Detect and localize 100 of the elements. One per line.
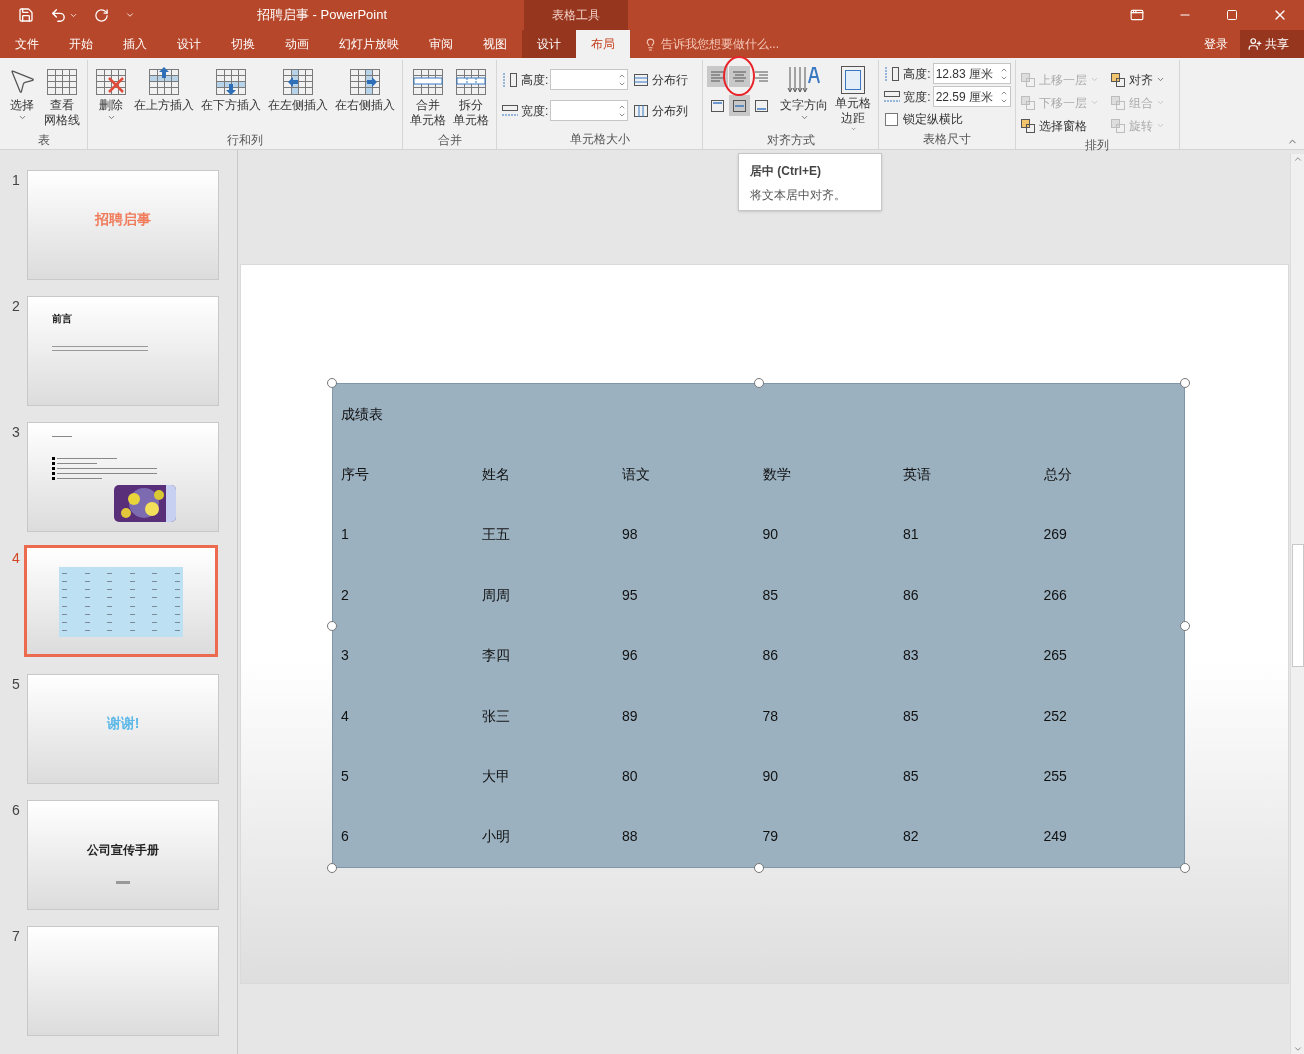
spin-field[interactable]: 12.83 厘米 bbox=[932, 63, 1011, 84]
caret-icon bbox=[1155, 75, 1165, 84]
caret-icon bbox=[1155, 121, 1165, 130]
table-cell-text: 252 bbox=[1043, 706, 1068, 726]
field-label: 高度: bbox=[521, 71, 549, 89]
ribbon-tab[interactable]: 动画 bbox=[270, 30, 324, 58]
column-width-icon bbox=[883, 88, 902, 105]
tell-me-field[interactable]: 告诉我您想要做什么... bbox=[630, 30, 779, 58]
caret-icon bbox=[106, 113, 116, 122]
ribbon-tab[interactable]: 文件 bbox=[0, 30, 54, 58]
undo-icon[interactable] bbox=[50, 6, 67, 24]
table-cell-text: 78 bbox=[762, 706, 780, 726]
ribbon-tab[interactable]: 审阅 bbox=[414, 30, 468, 58]
resize-handle[interactable] bbox=[753, 378, 764, 388]
arrange-icon bbox=[1019, 94, 1036, 111]
ribbon-button[interactable]: 查看 网格线 bbox=[41, 60, 83, 132]
ribbon-button[interactable]: 选择窗格 bbox=[1019, 114, 1099, 137]
checkbox[interactable] bbox=[885, 112, 899, 126]
align-button[interactable] bbox=[729, 66, 751, 87]
table-cell-text: 85 bbox=[903, 706, 920, 726]
resize-handle[interactable] bbox=[1180, 863, 1190, 873]
table-cell-text: 265 bbox=[1043, 646, 1068, 666]
merge-cells-icon bbox=[412, 66, 444, 96]
scroll-down-icon[interactable] bbox=[1292, 1044, 1303, 1054]
ribbon-button[interactable]: 对齐 bbox=[1109, 68, 1165, 91]
group-label: 行和列 bbox=[226, 132, 264, 149]
slide-thumbnail[interactable]: 前言 bbox=[27, 296, 219, 406]
sign-in-link[interactable]: 登录 bbox=[1192, 30, 1240, 58]
table-cell-text: 3 bbox=[341, 646, 350, 666]
table-cell-text: 90 bbox=[762, 766, 780, 786]
column-width-icon bbox=[501, 102, 519, 119]
resize-handle[interactable] bbox=[327, 378, 337, 388]
ribbon-tab[interactable]: 插入 bbox=[108, 30, 162, 58]
scroll-thumb[interactable] bbox=[1291, 544, 1304, 667]
ribbon-button[interactable]: 选择 bbox=[4, 60, 40, 132]
table-cell-text: 79 bbox=[762, 827, 780, 847]
ribbon-button[interactable]: 在上方插入 bbox=[131, 60, 197, 132]
ribbon-button[interactable]: 在左侧插入 bbox=[265, 60, 331, 132]
align-button[interactable] bbox=[729, 95, 751, 116]
caret-icon bbox=[1089, 75, 1099, 84]
tooltip-title: 居中 (Ctrl+E) bbox=[750, 163, 822, 180]
ribbon-button[interactable]: 文字方向 bbox=[777, 60, 832, 132]
caret-icon bbox=[17, 113, 27, 122]
ribbon-tab[interactable]: 设计 bbox=[162, 30, 216, 58]
ribbon-tab[interactable]: 幻灯片放映 bbox=[324, 30, 414, 58]
slide-thumbnail[interactable]: 公司宣传手册 bbox=[27, 800, 219, 910]
ribbon-button[interactable]: 单元格 边距 bbox=[832, 60, 875, 132]
share-button[interactable]: 共享 bbox=[1240, 30, 1304, 58]
slide-thumbnail[interactable] bbox=[27, 926, 219, 1036]
ribbon-tab[interactable]: 视图 bbox=[468, 30, 522, 58]
ribbon-display-icon[interactable] bbox=[1130, 8, 1144, 22]
redo-icon[interactable] bbox=[94, 7, 109, 23]
distribute-icon bbox=[633, 72, 650, 87]
spin-field[interactable] bbox=[550, 100, 629, 121]
table-cell-text: 249 bbox=[1043, 827, 1068, 847]
spin-field[interactable] bbox=[550, 69, 629, 90]
table-cell-text: 82 bbox=[903, 827, 920, 847]
resize-handle[interactable] bbox=[753, 863, 764, 873]
ribbon-tab[interactable]: 布局 bbox=[576, 30, 630, 58]
customize-icon[interactable] bbox=[125, 10, 135, 20]
highlight-circle bbox=[723, 56, 756, 96]
field-label: 宽度: bbox=[903, 88, 931, 106]
table-cell-text: 89 bbox=[622, 706, 639, 726]
insert-right-icon bbox=[349, 66, 381, 96]
column-header: 数学 bbox=[762, 465, 792, 485]
ribbon-button[interactable]: 拆分 单元格 bbox=[450, 60, 492, 132]
ribbon-tab[interactable]: 开始 bbox=[54, 30, 108, 58]
distribute-icon bbox=[633, 103, 650, 118]
spin-field[interactable]: 22.59 厘米 bbox=[932, 86, 1011, 107]
group-label: 合并 bbox=[436, 132, 463, 149]
ribbon-button[interactable]: 合并 单元格 bbox=[407, 60, 449, 132]
ribbon-button[interactable]: 删除 bbox=[92, 60, 130, 132]
scroll-up-icon[interactable] bbox=[1292, 154, 1303, 164]
slide-number: 6 bbox=[11, 801, 21, 820]
slide-thumbnail[interactable] bbox=[24, 545, 218, 657]
field-label: 高度: bbox=[903, 65, 931, 83]
resize-handle[interactable] bbox=[327, 863, 337, 873]
caret-icon bbox=[1089, 98, 1099, 107]
slide-number: 3 bbox=[11, 423, 21, 442]
ribbon-tab[interactable]: 切换 bbox=[216, 30, 270, 58]
ribbon-button[interactable]: 在下方插入 bbox=[198, 60, 264, 132]
ribbon-button[interactable]: 分布行 bbox=[633, 68, 689, 91]
table-cell-text: 95 bbox=[622, 585, 639, 605]
ribbon-tab[interactable]: 设计 bbox=[522, 30, 576, 58]
table-cell-text: 83 bbox=[903, 646, 920, 666]
tooltip-text: 将文本居中对齐。 bbox=[750, 187, 847, 204]
slide-thumbnail[interactable] bbox=[27, 422, 219, 532]
group-label: 对齐方式 bbox=[765, 132, 816, 149]
ribbon-button[interactable]: 分布列 bbox=[633, 99, 689, 122]
table-cell-text: 5 bbox=[341, 766, 350, 786]
align-icon bbox=[754, 98, 770, 113]
maximize-icon[interactable] bbox=[1226, 9, 1238, 21]
ribbon-button[interactable]: 在右侧插入 bbox=[332, 60, 398, 132]
column-header: 总分 bbox=[1043, 465, 1073, 485]
group-label: 表格尺寸 bbox=[922, 131, 972, 148]
resize-handle[interactable] bbox=[327, 620, 337, 631]
resize-handle[interactable] bbox=[1180, 620, 1190, 631]
resize-handle[interactable] bbox=[1180, 378, 1190, 388]
align-button[interactable] bbox=[707, 66, 729, 87]
save-icon[interactable] bbox=[18, 7, 34, 23]
